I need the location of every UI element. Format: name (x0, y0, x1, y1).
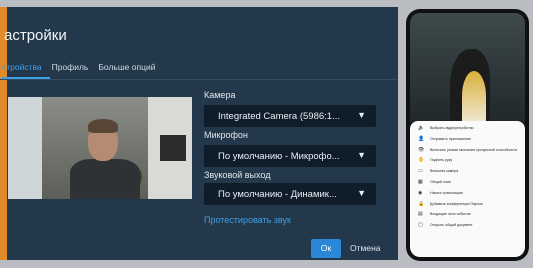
tab-more-options[interactable]: Больше опций (98, 62, 155, 72)
camera-preview (8, 97, 192, 199)
chat-icon: ▤ (418, 211, 423, 218)
lock-icon: 🔒 (418, 200, 425, 207)
menu-item-audio-device[interactable]: 🔈 Выбрать аудиоустройство (410, 126, 525, 137)
camera-icon: ▭ (418, 168, 423, 175)
camera-select[interactable]: Integrated Camera (5986:1... ▼ (204, 105, 376, 127)
tile-icon: ▦ (418, 178, 423, 185)
camera-label: Камера (204, 90, 236, 100)
accent-bar (0, 7, 7, 260)
cancel-button[interactable]: Отмена (350, 243, 381, 253)
test-sound-link[interactable]: Протестировать звук (204, 215, 291, 225)
microphone-value: По умолчанию - Микрофо... (218, 150, 340, 162)
menu-item-external-camera[interactable]: ▭ Внешняя камера (410, 169, 525, 180)
speaker-value: По умолчанию - Динамик... (218, 188, 337, 200)
speaker-select[interactable]: По умолчанию - Динамик... ▼ (204, 183, 376, 205)
tab-divider (0, 79, 398, 80)
tab-profile[interactable]: Профиль (52, 62, 89, 72)
eye-icon: 👁 (418, 146, 425, 153)
settings-dialog: астройки стройства Профиль Больше опций … (0, 7, 398, 260)
options-menu: 🔈 Выбрать аудиоустройство 👤 Отправить пр… (410, 121, 525, 257)
ok-button[interactable]: Ок (311, 239, 341, 258)
record-icon: ◉ (418, 189, 423, 196)
chevron-down-icon: ▼ (357, 110, 366, 120)
chevron-down-icon: ▼ (357, 188, 366, 198)
add-user-icon: 👤 (418, 135, 425, 142)
tab-devices[interactable]: стройства (2, 62, 42, 72)
speaker-label: Звуковой выход (204, 170, 271, 180)
phone-screen: 🔈 Выбрать аудиоустройство 👤 Отправить пр… (406, 9, 529, 261)
menu-item-shared-document[interactable]: ▢ Открыть общий документ (410, 223, 525, 234)
tab-bar: стройства Профиль Больше опций (2, 62, 155, 72)
dialog-title: астройки (4, 27, 67, 44)
chevron-down-icon: ▼ (357, 150, 366, 160)
speaker-icon: 🔈 (418, 125, 425, 131)
menu-item-low-bandwidth[interactable]: 👁 Включить режим экономии пропускной спо… (410, 146, 525, 159)
menu-item-events[interactable]: ▤ Входящие окно событие (410, 212, 525, 223)
document-icon: ▢ (418, 222, 423, 229)
hand-icon: ✋ (418, 157, 425, 164)
menu-item-raise-hand[interactable]: ✋ Поднять руку (410, 158, 525, 169)
menu-item-tile-view[interactable]: ▦ Общий план (410, 178, 525, 191)
camera-value: Integrated Camera (5986:1... (218, 110, 340, 122)
menu-item-password[interactable]: 🔒 Добавить конференции Пароль (410, 200, 525, 213)
menu-item-live-stream[interactable]: ◉ Начать трансляцию (410, 189, 525, 202)
menu-item-invite[interactable]: 👤 Отправить приглашение (410, 135, 525, 148)
microphone-label: Микрофон (204, 130, 248, 140)
microphone-select[interactable]: По умолчанию - Микрофо... ▼ (204, 145, 376, 167)
